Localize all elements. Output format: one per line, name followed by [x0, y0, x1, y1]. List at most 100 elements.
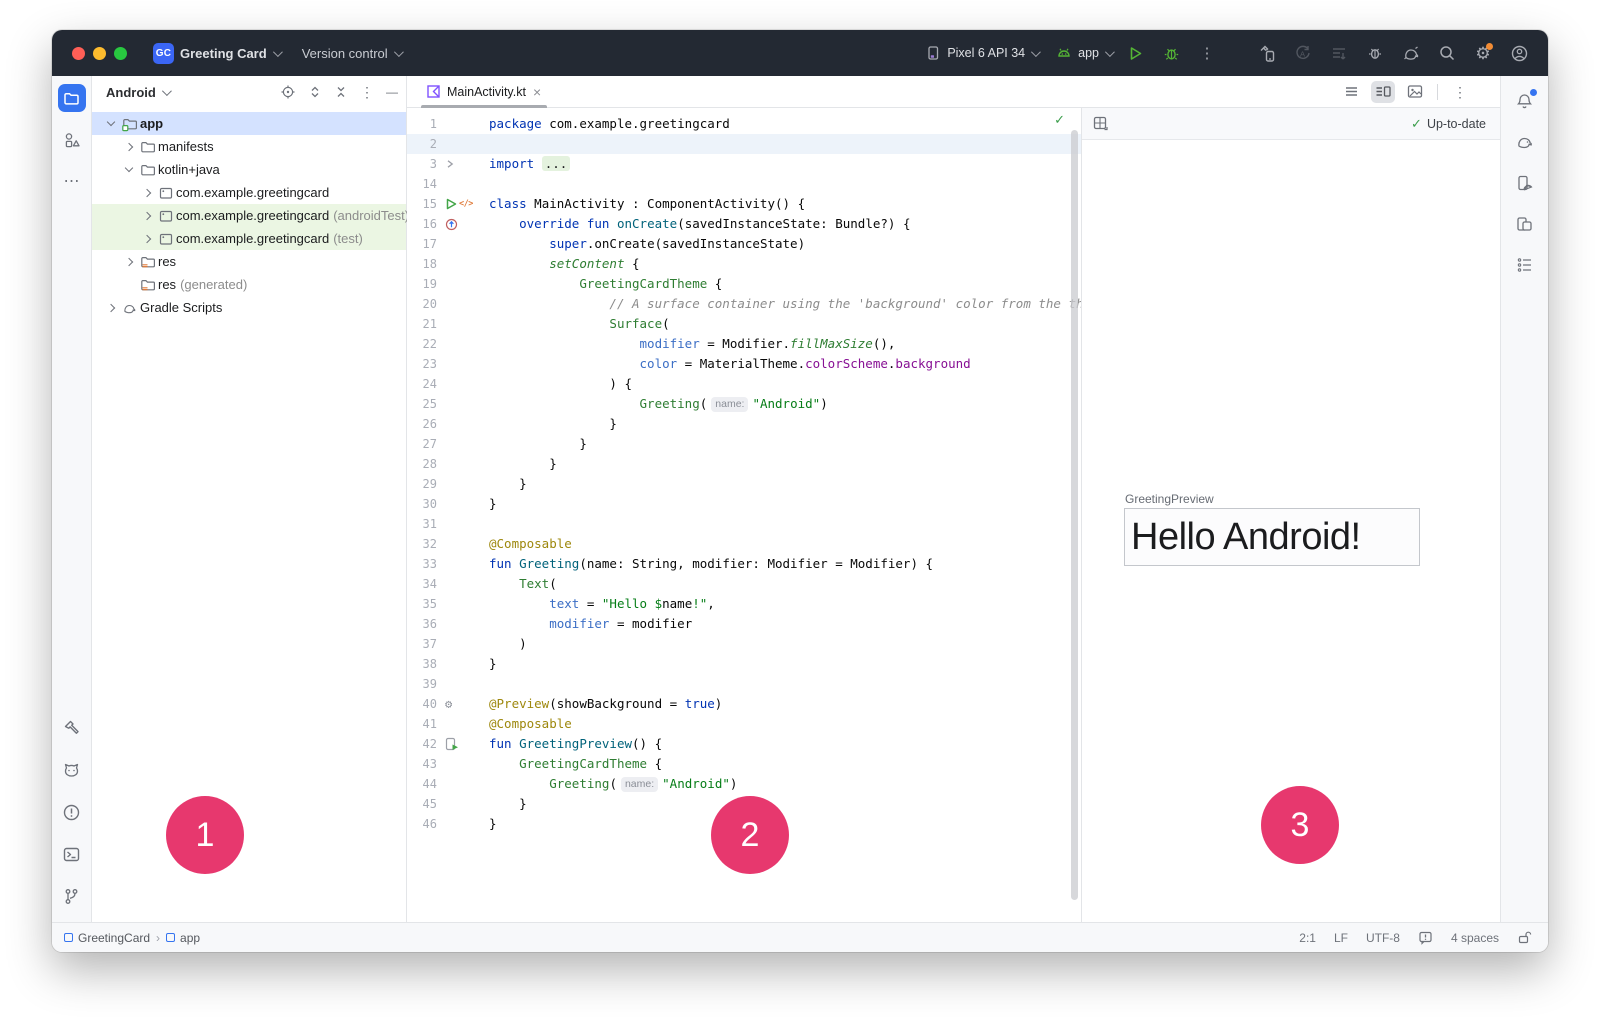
- code-line[interactable]: 33fun Greeting(name: String, modifier: M…: [407, 554, 1081, 574]
- caret-position[interactable]: 2:1: [1299, 931, 1316, 945]
- terminal-tool-button[interactable]: [58, 840, 86, 868]
- minimize-window-button[interactable]: [93, 47, 106, 60]
- split-view-icon[interactable]: [1371, 81, 1395, 103]
- tree-chevron-icon[interactable]: [138, 190, 156, 196]
- profile-icon[interactable]: [1506, 40, 1532, 66]
- code-line[interactable]: 31: [407, 514, 1081, 534]
- code-line[interactable]: 2: [407, 134, 1081, 154]
- code-line[interactable]: 22 modifier = Modifier.fillMaxSize(),: [407, 334, 1081, 354]
- device-manager-icon[interactable]: [1512, 170, 1538, 196]
- code-line[interactable]: 40⚙@Preview(showBackground = true): [407, 694, 1081, 714]
- debug-button[interactable]: [1158, 40, 1184, 66]
- code-line[interactable]: 37 ): [407, 634, 1081, 654]
- more-tool-windows-icon[interactable]: ⋯: [58, 168, 86, 196]
- breadcrumb-project[interactable]: GreetingCard: [64, 931, 150, 945]
- code-line[interactable]: 39: [407, 674, 1081, 694]
- fold-gutter-icon[interactable]: [445, 159, 455, 169]
- apply-changes-icon[interactable]: A: [1290, 40, 1316, 66]
- run-preview-gutter-icon[interactable]: [445, 737, 459, 751]
- code-line[interactable]: 27 }: [407, 434, 1081, 454]
- tree-row[interactable]: com.example.greetingcard: [92, 181, 406, 204]
- code-line[interactable]: 19 GreetingCardTheme {: [407, 274, 1081, 294]
- build-icon[interactable]: [1254, 40, 1280, 66]
- preview-composable-name[interactable]: GreetingPreview: [1125, 492, 1214, 506]
- close-window-button[interactable]: [72, 47, 85, 60]
- run-configuration[interactable]: app: [1056, 45, 1112, 61]
- problems-tool-button[interactable]: [58, 798, 86, 826]
- tree-row[interactable]: manifests: [92, 135, 406, 158]
- tab-mainactivity[interactable]: MainActivity.kt ×: [417, 76, 551, 108]
- attach-debugger-icon[interactable]: [1362, 40, 1388, 66]
- tree-row[interactable]: kotlin+java: [92, 158, 406, 181]
- expand-all-icon[interactable]: [308, 85, 322, 99]
- build-tool-button[interactable]: [58, 714, 86, 742]
- project-view-selector[interactable]: Android: [106, 85, 156, 100]
- code-line[interactable]: 43 GreetingCardTheme {: [407, 754, 1081, 774]
- tree-chevron-icon[interactable]: [138, 213, 156, 219]
- tree-chevron-icon[interactable]: [120, 144, 138, 150]
- tree-row[interactable]: com.example.greetingcard(test): [92, 227, 406, 250]
- preview-settings-gutter-icon[interactable]: ⚙: [445, 698, 452, 710]
- run-button[interactable]: [1122, 40, 1148, 66]
- locate-file-icon[interactable]: [280, 84, 296, 100]
- more-actions-icon[interactable]: ⋮: [1194, 40, 1220, 66]
- code-line[interactable]: 20 // A surface container using the 'bac…: [407, 294, 1081, 314]
- breadcrumb-module[interactable]: app: [166, 931, 200, 945]
- code-line[interactable]: 16 override fun onCreate(savedInstanceSt…: [407, 214, 1081, 234]
- code-line[interactable]: 35 text = "Hello $name!",: [407, 594, 1081, 614]
- notifications-icon[interactable]: [1512, 88, 1538, 114]
- design-view-icon[interactable]: [1403, 81, 1427, 103]
- tree-row[interactable]: res: [92, 250, 406, 273]
- code-line[interactable]: 15</>class MainActivity : ComponentActiv…: [407, 194, 1081, 214]
- vcs-widget[interactable]: Version control: [302, 46, 401, 61]
- code-line[interactable]: 32@Composable: [407, 534, 1081, 554]
- tree-row[interactable]: app: [92, 112, 406, 135]
- code-view-icon[interactable]: [1339, 81, 1363, 103]
- tree-row[interactable]: Gradle Scripts: [92, 296, 406, 319]
- switch-layout-icon[interactable]: [1092, 115, 1109, 132]
- maximize-window-button[interactable]: [114, 47, 127, 60]
- logcat-tool-button[interactable]: [58, 756, 86, 784]
- overrides-gutter-icon[interactable]: [445, 218, 458, 231]
- preview-frame[interactable]: Hello Android!: [1124, 508, 1420, 566]
- device-selector[interactable]: Pixel 6 API 34: [925, 45, 1038, 61]
- gradle-tool-button[interactable]: [1512, 129, 1538, 155]
- code-line[interactable]: 25 Greeting(name:"Android"): [407, 394, 1081, 414]
- code-line[interactable]: 44 Greeting(name:"Android"): [407, 774, 1081, 794]
- unlock-icon[interactable]: [1517, 930, 1532, 945]
- line-separator[interactable]: LF: [1334, 931, 1348, 945]
- run-gutter-icon[interactable]: [445, 198, 457, 210]
- inspections-ok-icon[interactable]: ✓: [1054, 112, 1065, 128]
- version-control-tool-button[interactable]: [58, 882, 86, 910]
- highlighting-status-icon[interactable]: [1418, 930, 1433, 945]
- hide-panel-icon[interactable]: —: [386, 86, 398, 98]
- search-everywhere-icon[interactable]: [1434, 40, 1460, 66]
- code-line[interactable]: 36 modifier = modifier: [407, 614, 1081, 634]
- code-line[interactable]: 30}: [407, 494, 1081, 514]
- code-line[interactable]: 3import ...: [407, 154, 1081, 174]
- tree-chevron-icon[interactable]: [120, 259, 138, 265]
- editor-scrollbar[interactable]: [1071, 130, 1078, 900]
- code-gutter-icon[interactable]: </>: [459, 199, 473, 209]
- running-devices-icon[interactable]: [1512, 211, 1538, 237]
- sync-project-icon[interactable]: [1398, 40, 1424, 66]
- collapse-all-icon[interactable]: [334, 85, 348, 99]
- code-line[interactable]: 18 setContent {: [407, 254, 1081, 274]
- code-line[interactable]: 26 }: [407, 414, 1081, 434]
- tree-chevron-icon[interactable]: [102, 305, 120, 311]
- preview-sync-status[interactable]: ✓ Up-to-date: [1411, 116, 1486, 132]
- code-line[interactable]: 41@Composable: [407, 714, 1081, 734]
- code-line[interactable]: 14: [407, 174, 1081, 194]
- code-line[interactable]: 34 Text(: [407, 574, 1081, 594]
- project-widget[interactable]: GC Greeting Card: [153, 43, 280, 64]
- settings-icon[interactable]: ⚙: [1470, 40, 1496, 66]
- code-line[interactable]: 29 }: [407, 474, 1081, 494]
- code-line[interactable]: 17 super.onCreate(savedInstanceState): [407, 234, 1081, 254]
- code-line[interactable]: 28 }: [407, 454, 1081, 474]
- apply-code-changes-icon[interactable]: [1326, 40, 1352, 66]
- structure-tool-button[interactable]: [1512, 252, 1538, 278]
- project-tool-button[interactable]: [58, 84, 86, 112]
- tree-chevron-icon[interactable]: [102, 122, 120, 125]
- code-line[interactable]: 42fun GreetingPreview() {: [407, 734, 1081, 754]
- indent-config[interactable]: 4 spaces: [1451, 931, 1499, 945]
